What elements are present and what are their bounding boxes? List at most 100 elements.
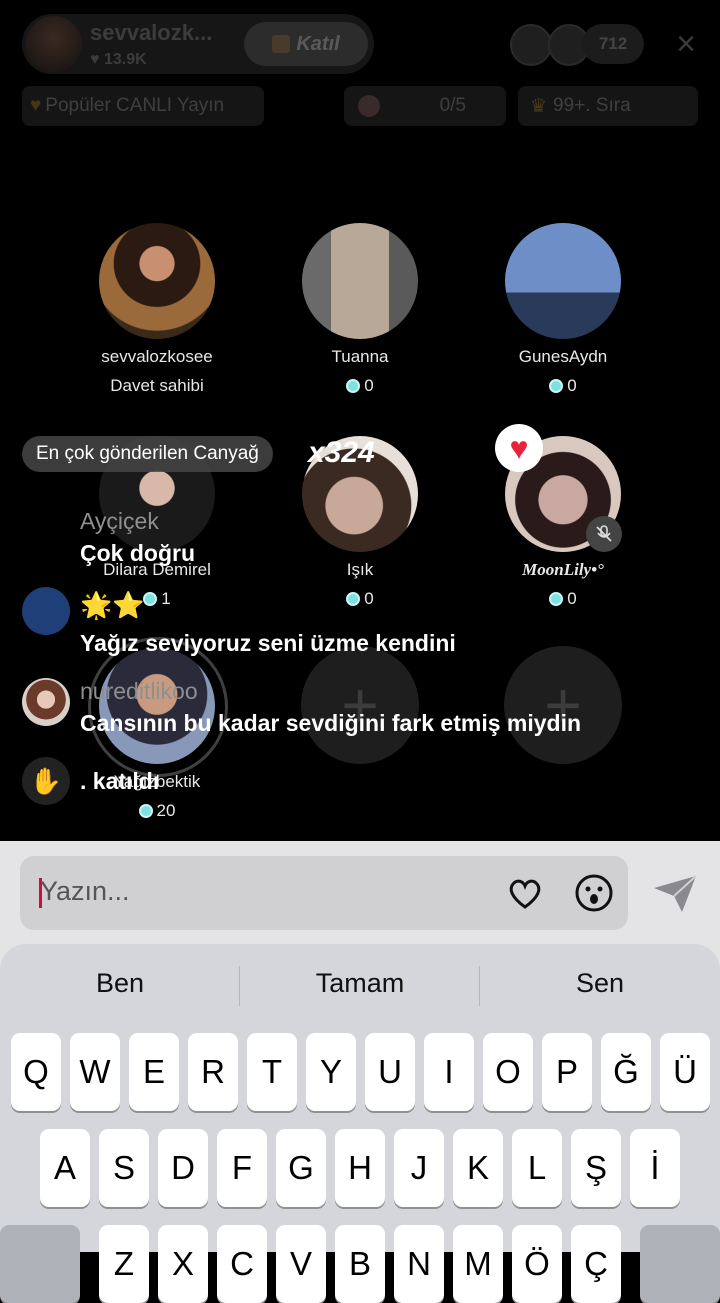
- key[interactable]: K: [453, 1129, 503, 1207]
- viewer-count[interactable]: 712: [582, 24, 644, 64]
- key[interactable]: J: [394, 1129, 444, 1207]
- goal-icon: [358, 95, 380, 117]
- seat-name: Tuanna: [331, 347, 389, 366]
- heart-outline-icon[interactable]: [505, 873, 545, 913]
- key[interactable]: Y: [306, 1033, 356, 1111]
- key[interactable]: Ş: [571, 1129, 621, 1207]
- key[interactable]: Q: [11, 1033, 61, 1111]
- join-button[interactable]: Katıl: [244, 22, 368, 66]
- chat-message: Yağız seviyoruz seni üzme kendini: [80, 630, 456, 656]
- shift-key[interactable]: [0, 1225, 80, 1303]
- viewer-avatar[interactable]: [510, 24, 552, 66]
- key[interactable]: Z: [99, 1225, 149, 1303]
- backspace-key[interactable]: [640, 1225, 720, 1303]
- chat-message: 🌟⭐: [80, 590, 145, 620]
- trophy-icon: ♛: [530, 95, 548, 117]
- seat-name: Işık: [346, 560, 374, 579]
- seat-coins: 0: [463, 589, 663, 609]
- key[interactable]: T: [247, 1033, 297, 1111]
- goal-progress: 0/5: [439, 95, 466, 116]
- seat-name: GunesAydn: [518, 347, 608, 366]
- suggestion-3[interactable]: Sen: [490, 968, 710, 999]
- key[interactable]: Ç: [571, 1225, 621, 1303]
- key[interactable]: C: [217, 1225, 267, 1303]
- key[interactable]: R: [188, 1033, 238, 1111]
- gift-box-icon: [272, 35, 291, 53]
- suggestion-divider: [239, 966, 240, 1006]
- key[interactable]: H: [335, 1129, 385, 1207]
- key[interactable]: O: [483, 1033, 533, 1111]
- key[interactable]: F: [217, 1129, 267, 1207]
- add-guest-button[interactable]: +: [301, 646, 419, 764]
- key[interactable]: Ü: [660, 1033, 710, 1111]
- chat-message: Çok doğru: [80, 540, 195, 566]
- key[interactable]: S: [99, 1129, 149, 1207]
- host-role-label: Davet sahibi: [110, 376, 204, 395]
- key[interactable]: W: [70, 1033, 120, 1111]
- chat-avatar[interactable]: [22, 678, 70, 726]
- key[interactable]: E: [129, 1033, 179, 1111]
- key[interactable]: X: [158, 1225, 208, 1303]
- popular-label: Popüler CANLI Yayın: [45, 95, 225, 116]
- seat-avatar[interactable]: [99, 648, 215, 764]
- muted-mic-icon: [586, 516, 622, 552]
- key[interactable]: P: [542, 1033, 592, 1111]
- coin-icon: [549, 379, 564, 393]
- key[interactable]: G: [276, 1129, 326, 1207]
- comment-placeholder: Yazın...: [40, 876, 130, 906]
- emoji-icon[interactable]: [573, 872, 615, 914]
- key[interactable]: D: [158, 1129, 208, 1207]
- gift-count: x324: [308, 436, 375, 469]
- coin-count: 20: [156, 801, 176, 820]
- key[interactable]: V: [276, 1225, 326, 1303]
- key[interactable]: İ: [630, 1129, 680, 1207]
- seat-name: sevvalozkosee: [101, 347, 213, 366]
- rank-label: 99+. Sıra: [553, 95, 631, 116]
- close-icon[interactable]: ×: [668, 26, 704, 62]
- heart-badge-icon: ♥: [30, 95, 42, 116]
- chat-username: Ayçiçek: [80, 508, 159, 534]
- key[interactable]: A: [40, 1129, 90, 1207]
- goal-chip[interactable]: 0/5: [344, 86, 506, 126]
- coin-icon: [346, 379, 361, 393]
- coin-count: 0: [567, 589, 577, 608]
- coin-count: 0: [567, 376, 577, 395]
- host-avatar[interactable]: [26, 16, 82, 72]
- coin-icon: [549, 592, 564, 606]
- seat-name: MoonLily•°: [522, 560, 604, 579]
- key[interactable]: I: [424, 1033, 474, 1111]
- suggestion-2[interactable]: Tamam: [250, 968, 470, 999]
- host-likes-count: 13.9K: [103, 51, 147, 68]
- wave-icon: ✋: [22, 757, 70, 805]
- rank-chip[interactable]: ♛ 99+. Sıra: [518, 86, 698, 126]
- send-icon[interactable]: [652, 872, 698, 914]
- key[interactable]: L: [512, 1129, 562, 1207]
- heart-icon: ♥: [90, 51, 100, 68]
- chat-username: nureditlikoo: [80, 678, 198, 704]
- seat-avatar[interactable]: [302, 223, 418, 339]
- key[interactable]: N: [394, 1225, 444, 1303]
- seat-avatar[interactable]: [99, 223, 215, 339]
- seat-coins: 0: [463, 376, 663, 396]
- gift-banner-text: En çok gönderilen Canyağ: [36, 443, 259, 464]
- chat-avatar[interactable]: [22, 587, 70, 635]
- key[interactable]: B: [335, 1225, 385, 1303]
- seat-role: Davet sahibi: [57, 376, 257, 396]
- join-user: .: [80, 768, 87, 794]
- seat-avatar[interactable]: [505, 223, 621, 339]
- coin-count: 0: [364, 589, 374, 608]
- key[interactable]: Ğ: [601, 1033, 651, 1111]
- key[interactable]: Ö: [512, 1225, 562, 1303]
- seat-coins: 20: [57, 801, 257, 821]
- coin-count: 1: [161, 589, 171, 608]
- reaction-bubble: ♥: [495, 424, 543, 472]
- add-guest-button[interactable]: +: [504, 646, 622, 764]
- seat-coins: 0: [260, 376, 460, 396]
- coin-icon: [346, 592, 361, 606]
- suggestion-1[interactable]: Ben: [10, 968, 230, 999]
- key[interactable]: M: [453, 1225, 503, 1303]
- key[interactable]: U: [365, 1033, 415, 1111]
- join-text: katıldı: [92, 768, 160, 794]
- host-name: sevvalozk...: [90, 20, 213, 45]
- popular-live-chip[interactable]: ♥ Popüler CANLI Yayın: [22, 86, 264, 126]
